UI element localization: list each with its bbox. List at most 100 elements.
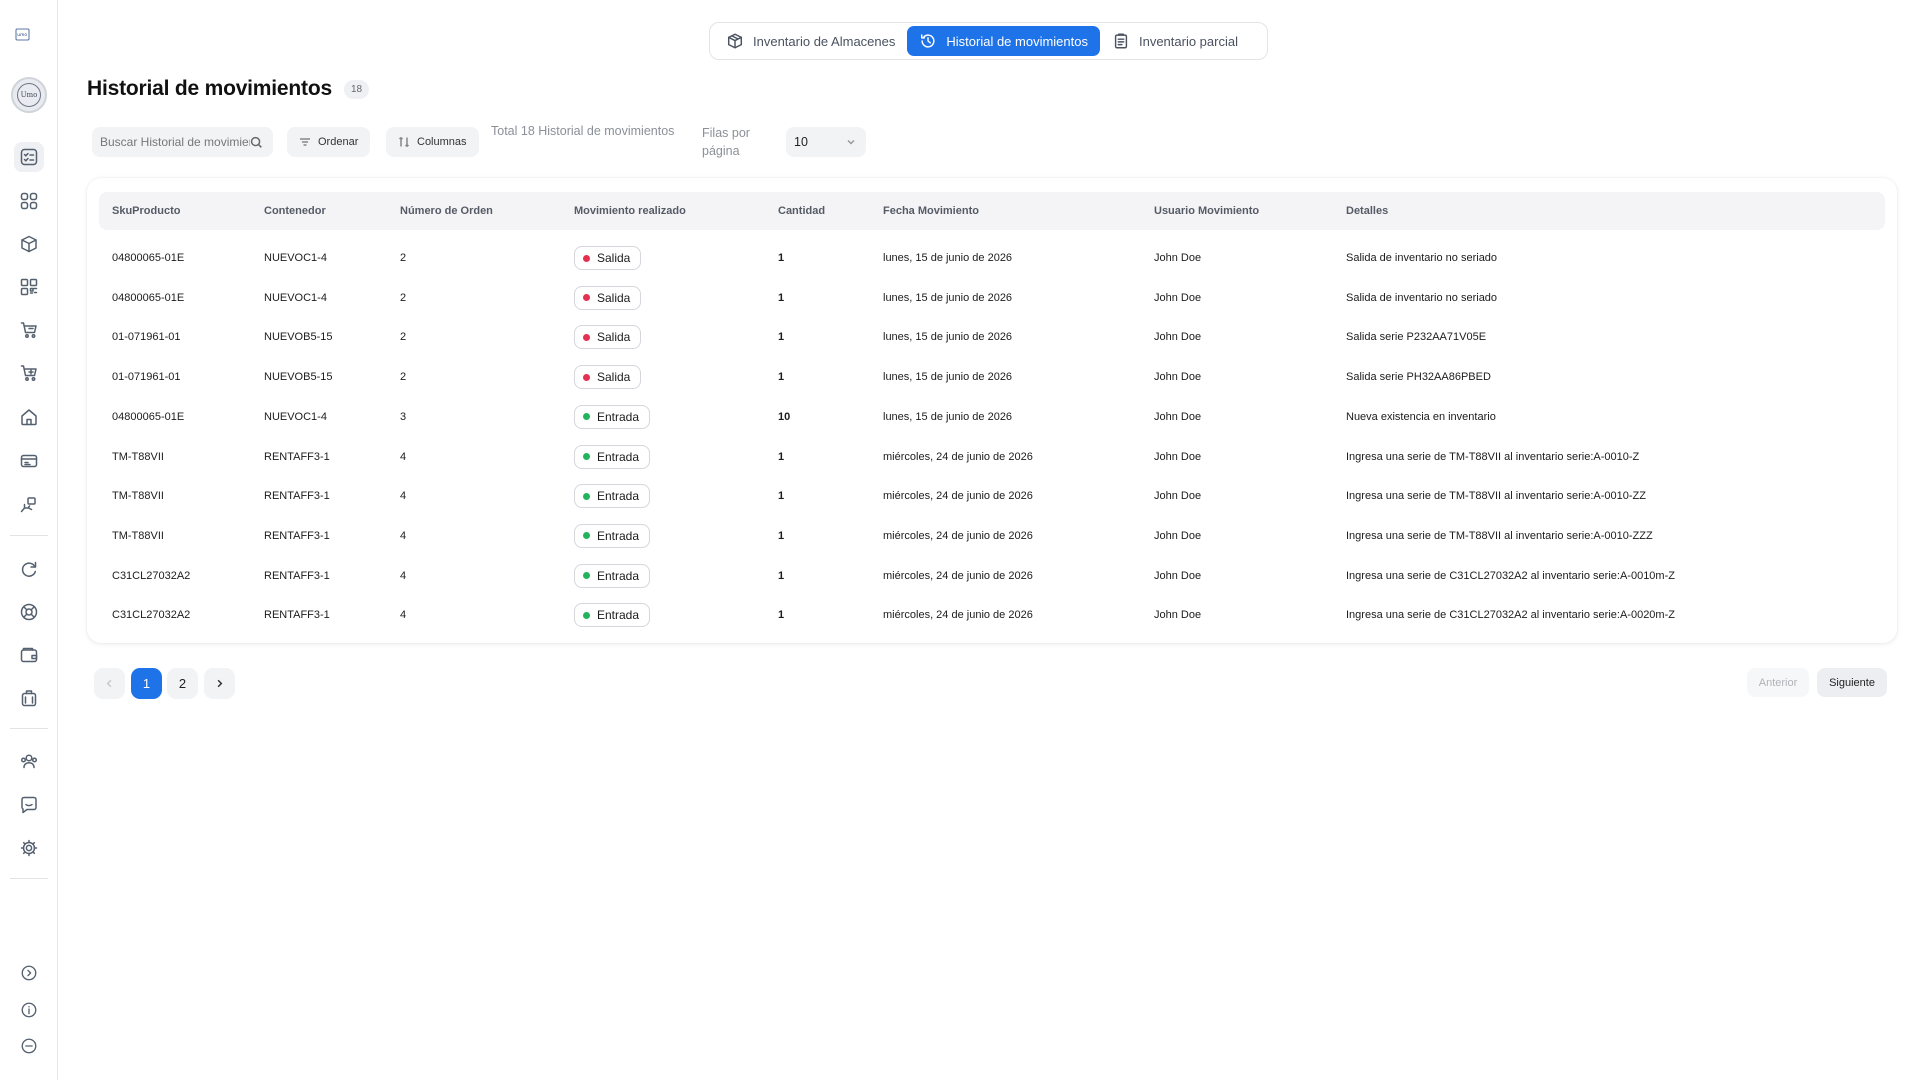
quantity-cell: 1 [778, 569, 785, 582]
movement-cell: Entrada [574, 397, 651, 437]
total-count-text: Total 18 Historial de movimientos [491, 124, 675, 138]
order-number-cell: 4 [400, 529, 407, 542]
table-row[interactable]: TM-T88VII RENTAFF3-1 4 Entrada 1 miércoles, 2… [99, 437, 1885, 477]
column-header[interactable]: Fecha Movimiento [883, 192, 979, 230]
table-row[interactable]: C31CL27032A2 RENTAFF3-1 4 Entrada 1 miércoles… [99, 595, 1885, 635]
date-cell: lunes, 15 de junio de 2026 [883, 252, 1013, 264]
date-cell: lunes, 15 de junio de 2026 [883, 410, 1013, 423]
sidebar-item-movements[interactable] [14, 142, 44, 172]
table-row[interactable]: 04800065-01E NUEVOC1-4 2 Salida 1 lunes, 15 d… [99, 278, 1885, 318]
sidebar-item-messages[interactable] [14, 790, 44, 820]
gear-icon [20, 839, 38, 857]
sidebar-item-settings[interactable] [14, 833, 44, 863]
next-button[interactable]: Siguiente [1817, 668, 1887, 697]
cart-alt-icon [20, 365, 37, 381]
details-cell: Salida de inventario no seriado [1346, 252, 1498, 264]
sidebar-item-dashboard[interactable] [14, 186, 44, 216]
container-cell: RENTAFF3-1 [264, 609, 330, 622]
column-header[interactable]: Contenedor [264, 192, 326, 230]
table-row[interactable]: 01-071961-01 NUEVOB5-15 2 Salida 1 lunes, 15 … [99, 317, 1885, 357]
sidebar-item-documents[interactable] [14, 683, 44, 713]
rows-per-page-select[interactable]: 10 [786, 127, 866, 157]
status-label: Entrada [597, 528, 640, 543]
quantity-cell: 1 [778, 490, 785, 503]
table-row[interactable]: TM-T88VII RENTAFF3-1 4 Entrada 1 miércoles, 2… [99, 516, 1885, 556]
details-cell: Nueva existencia en inventario [1346, 410, 1496, 423]
sidebar-item-qr[interactable] [14, 272, 44, 302]
table-row[interactable]: 04800065-01E NUEVOC1-4 2 Salida 1 lunes, 15 d… [99, 238, 1885, 278]
prev-page-button[interactable] [94, 668, 125, 699]
details-cell: Salida serie P232AA71V05E [1346, 331, 1487, 344]
next-page-button[interactable] [204, 668, 235, 699]
column-header[interactable]: Movimiento realizado [574, 192, 686, 230]
tab-label: Historial de movimientos [946, 33, 1088, 49]
sku-cell: C31CL27032A2 [112, 609, 191, 622]
order-number-cell: 4 [400, 450, 407, 463]
table-row[interactable]: TM-T88VII RENTAFF3-1 4 Entrada 1 miércoles, 2… [99, 476, 1885, 516]
column-header[interactable]: Detalles [1346, 192, 1388, 230]
order-number-cell: 4 [400, 490, 407, 503]
date-cell: miércoles, 24 de junio de 2026 [883, 569, 1033, 582]
date-cell: miércoles, 24 de junio de 2026 [883, 609, 1033, 622]
package-icon [727, 33, 743, 49]
tab-label: Inventario de Almacenes [753, 33, 896, 49]
count-badge: 18 [344, 80, 370, 99]
users-icon [20, 754, 38, 769]
chevron-left-icon [106, 679, 112, 688]
container-cell: RENTAFF3-1 [264, 569, 330, 582]
sort-button[interactable]: Ordenar [287, 127, 371, 157]
sidebar-item-orders[interactable] [14, 358, 44, 388]
date-cell: lunes, 15 de junio de 2026 [883, 371, 1013, 384]
sidebar-item-rentals[interactable] [14, 490, 44, 520]
column-header[interactable]: Número de Orden [400, 192, 493, 230]
grid-icon [20, 192, 38, 210]
columns-button[interactable]: Columnas [386, 127, 479, 157]
movement-cell: Entrada [574, 595, 651, 635]
container-cell: RENTAFF3-1 [264, 490, 330, 503]
view-tabs: Inventario de Almacenes Historial de mov… [709, 22, 1268, 60]
tab-inventario-almacenes[interactable]: Inventario de Almacenes [714, 26, 907, 56]
sidebar-item-users[interactable] [14, 746, 44, 776]
sidebar-item-sync[interactable] [14, 554, 44, 584]
table-row[interactable]: C31CL27032A2 RENTAFF3-1 4 Entrada 1 miércoles… [99, 556, 1885, 596]
order-number-cell: 3 [400, 410, 407, 423]
sidebar-item-products[interactable] [14, 229, 44, 259]
expand-button[interactable] [14, 958, 44, 988]
info-button[interactable] [14, 995, 44, 1025]
status-dot [583, 572, 590, 580]
previous-button[interactable]: Anterior [1747, 668, 1809, 697]
sidebar: umo Umo [0, 0, 58, 1080]
date-cell: miércoles, 24 de junio de 2026 [883, 490, 1033, 503]
page-button[interactable]: 2 [167, 668, 198, 699]
sidebar-item-support[interactable] [14, 597, 44, 627]
status-badge: Salida [574, 365, 642, 390]
column-header[interactable]: Usuario Movimiento [1154, 192, 1259, 230]
column-header[interactable]: SkuProducto [112, 192, 180, 230]
tab-inventario-parcial[interactable]: Inventario parcial [1100, 26, 1250, 56]
table-row[interactable]: 04800065-01E NUEVOC1-4 3 Entrada 10 lunes, 15… [99, 397, 1885, 437]
logout-button[interactable] [14, 1031, 44, 1061]
company-logo-icon[interactable]: umo [14, 26, 31, 43]
tab-historial-movimientos[interactable]: Historial de movimientos [907, 26, 1100, 56]
status-dot [583, 453, 590, 460]
quantity-cell: 1 [778, 450, 785, 463]
container-cell: NUEVOB5-15 [264, 331, 333, 344]
order-number-cell: 2 [400, 252, 407, 264]
column-header[interactable]: Cantidad [778, 192, 825, 230]
page-button[interactable]: 1 [131, 668, 162, 699]
sidebar-item-purchases[interactable] [14, 315, 44, 345]
sku-cell: 04800065-01E [112, 410, 185, 423]
sidebar-item-tickets[interactable] [14, 446, 44, 476]
avatar-text: Umo [17, 83, 41, 107]
search-icon[interactable] [250, 136, 263, 149]
svg-text:umo: umo [17, 33, 27, 38]
sidebar-item-wallet[interactable] [14, 640, 44, 670]
user-cell: John Doe [1154, 450, 1202, 463]
table-row[interactable]: 01-071961-01 NUEVOB5-15 2 Salida 1 lunes, 15 … [99, 357, 1885, 397]
avatar[interactable]: Umo [11, 77, 47, 113]
sidebar-item-warehouse[interactable] [14, 402, 44, 432]
order-number-cell: 2 [400, 291, 407, 304]
search-input[interactable] [100, 135, 250, 149]
status-badge: Entrada [574, 603, 651, 628]
status-label: Entrada [597, 449, 640, 464]
